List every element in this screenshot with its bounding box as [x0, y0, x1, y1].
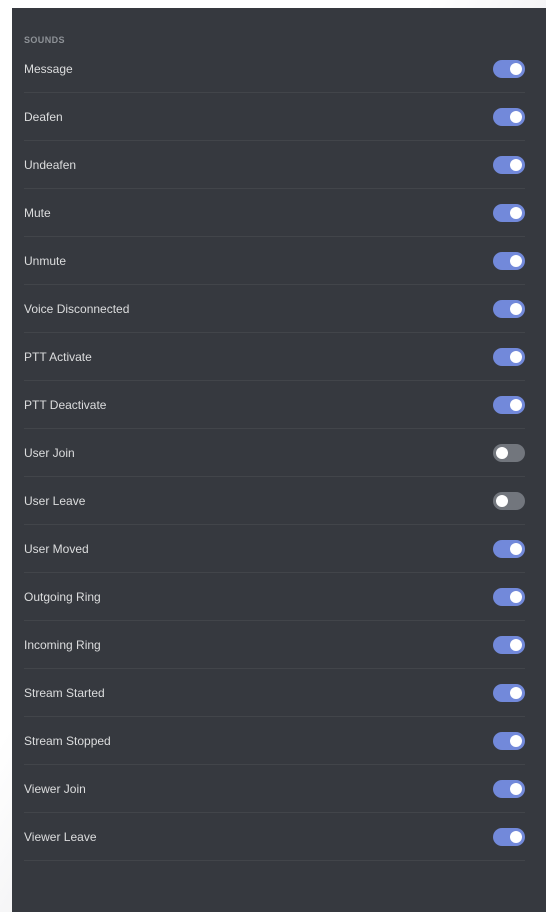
sound-toggle-ptt-activate[interactable]: [493, 347, 525, 366]
sound-toggle-user-moved[interactable]: [493, 539, 525, 558]
sound-row-ptt-deactivate: PTT Deactivate: [24, 381, 525, 429]
sound-toggle-undeafen[interactable]: [493, 155, 525, 174]
sound-row-ptt-activate: PTT Activate: [24, 333, 525, 381]
sound-toggle-user-join[interactable]: [493, 443, 525, 462]
sound-toggle-viewer-leave[interactable]: [493, 827, 525, 846]
sound-toggle-voice-disconnected[interactable]: [493, 299, 525, 318]
toggle-knob: [510, 638, 522, 651]
toggle-knob: [510, 590, 522, 603]
sound-toggle-stream-stopped[interactable]: [493, 731, 525, 750]
toggle-knob: [510, 302, 522, 315]
sound-row-incoming-ring: Incoming Ring: [24, 621, 525, 669]
sound-label: User Join: [24, 445, 75, 460]
toggle-knob: [510, 254, 522, 267]
sound-toggle-message[interactable]: [493, 59, 525, 78]
toggle-knob: [510, 110, 522, 123]
sound-label: Unmute: [24, 253, 67, 268]
sound-label: Mute: [24, 205, 51, 220]
sound-row-message: Message: [24, 45, 525, 93]
sound-row-deafen: Deafen: [24, 93, 525, 141]
sound-label: Incoming Ring: [24, 637, 101, 652]
sound-label: PTT Deactivate: [24, 397, 107, 412]
toggle-knob: [510, 734, 522, 747]
sound-label: Deafen: [24, 109, 63, 124]
sound-label: Viewer Leave: [24, 829, 97, 844]
sound-toggle-outgoing-ring[interactable]: [493, 587, 525, 606]
toggle-knob: [510, 782, 522, 795]
sounds-settings-panel: SOUNDS Message Deafen Undeafen Mute Unmute Vo…: [12, 8, 546, 912]
sound-row-user-leave: User Leave: [24, 477, 525, 525]
toggle-knob: [510, 206, 522, 219]
toggle-knob: [510, 62, 522, 75]
sound-row-voice-disconnected: Voice Disconnected: [24, 285, 525, 333]
sound-row-stream-started: Stream Started: [24, 669, 525, 717]
toggle-knob: [510, 542, 522, 555]
toggle-knob: [510, 398, 522, 411]
sound-toggle-user-leave[interactable]: [493, 491, 525, 510]
sound-row-undeafen: Undeafen: [24, 141, 525, 189]
sound-label: Voice Disconnected: [24, 301, 130, 316]
sound-row-viewer-join: Viewer Join: [24, 765, 525, 813]
sound-label: Stream Stopped: [24, 733, 111, 748]
sound-label: Viewer Join: [24, 781, 86, 796]
sound-row-viewer-leave: Viewer Leave: [24, 813, 525, 861]
sound-toggle-mute[interactable]: [493, 203, 525, 222]
sound-row-user-moved: User Moved: [24, 525, 525, 573]
sound-label: User Moved: [24, 541, 89, 556]
sound-toggle-deafen[interactable]: [493, 107, 525, 126]
sound-row-unmute: Unmute: [24, 237, 525, 285]
sound-label: PTT Activate: [24, 349, 92, 364]
sound-label: Stream Started: [24, 685, 105, 700]
sound-label: Outgoing Ring: [24, 589, 101, 604]
toggle-knob: [510, 350, 522, 363]
sound-row-stream-stopped: Stream Stopped: [24, 717, 525, 765]
toggle-knob: [510, 158, 522, 171]
sounds-list: Message Deafen Undeafen Mute Unmute Voice Dis…: [24, 45, 525, 861]
sound-label: Message: [24, 61, 73, 76]
toggle-knob: [496, 446, 508, 459]
sound-label: User Leave: [24, 493, 86, 508]
sound-row-mute: Mute: [24, 189, 525, 237]
toggle-knob: [510, 830, 522, 843]
sound-row-user-join: User Join: [24, 429, 525, 477]
sound-row-outgoing-ring: Outgoing Ring: [24, 573, 525, 621]
sound-toggle-viewer-join[interactable]: [493, 779, 525, 798]
sound-toggle-unmute[interactable]: [493, 251, 525, 270]
toggle-knob: [496, 494, 508, 507]
sound-label: Undeafen: [24, 157, 77, 172]
sound-toggle-incoming-ring[interactable]: [493, 635, 525, 654]
sound-toggle-ptt-deactivate[interactable]: [493, 395, 525, 414]
sound-toggle-stream-started[interactable]: [493, 683, 525, 702]
toggle-knob: [510, 686, 522, 699]
